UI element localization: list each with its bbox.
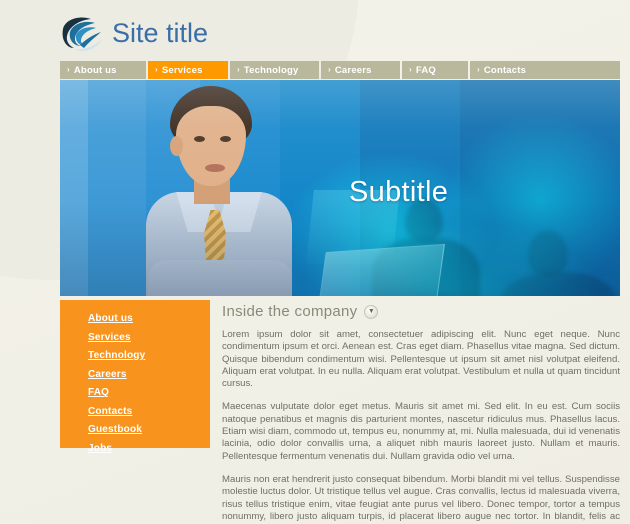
- list-item: About us: [88, 310, 210, 325]
- list-item: FAQ: [88, 384, 210, 399]
- sidebar: About us Services Technology Careers FAQ…: [60, 300, 210, 454]
- content-paragraph: Maecenas vulputate dolor eget metus. Mau…: [222, 401, 620, 462]
- list-item: Technology: [88, 347, 210, 362]
- nav-item-careers[interactable]: › Careers: [321, 61, 400, 79]
- nav-label: About us: [73, 64, 117, 76]
- chevron-right-icon: ›: [237, 65, 240, 74]
- sidebar-menu: About us Services Technology Careers FAQ…: [60, 300, 210, 455]
- list-item: Services: [88, 329, 210, 344]
- nav-label: FAQ: [415, 64, 437, 76]
- sidebar-item-services[interactable]: Services: [88, 331, 131, 344]
- nav-item-about-us[interactable]: › About us: [60, 61, 146, 79]
- content-paragraph: Mauris non erat hendrerit justo consequa…: [222, 473, 620, 524]
- hero-subtitle: Subtitle: [349, 176, 449, 208]
- chevron-right-icon: ›: [477, 65, 480, 74]
- hero-banner: Subtitle: [60, 80, 620, 296]
- site-header: Site title: [60, 12, 208, 58]
- chevron-right-icon: ›: [328, 65, 331, 74]
- nav-item-services[interactable]: › Services: [148, 61, 228, 79]
- chevron-right-icon: ›: [67, 65, 70, 74]
- site-title: Site title: [112, 18, 209, 48]
- list-item: Careers: [88, 366, 210, 381]
- list-item: Contacts: [88, 403, 210, 418]
- chevron-right-icon: ›: [409, 65, 412, 74]
- nav-item-technology[interactable]: › Technology: [230, 61, 319, 79]
- sidebar-item-jobs[interactable]: Jobs: [88, 442, 112, 455]
- nav-item-faq[interactable]: › FAQ: [402, 61, 468, 79]
- list-item: Jobs: [88, 440, 210, 455]
- page-title: Inside the company ▼: [222, 303, 620, 320]
- page-root: Site title › About us › Services › Techn…: [0, 0, 630, 524]
- content-heading-label: Inside the company: [222, 303, 358, 320]
- nav-label: Careers: [334, 64, 372, 76]
- sidebar-item-contacts[interactable]: Contacts: [88, 405, 132, 418]
- chevron-down-icon[interactable]: ▼: [364, 304, 379, 319]
- nav-item-contacts[interactable]: › Contacts: [470, 61, 620, 79]
- main-content: Inside the company ▼ Lorem ipsum dolor s…: [222, 303, 620, 524]
- content-paragraph: Lorem ipsum dolor sit amet, consectetuer…: [222, 329, 620, 390]
- nav-label: Services: [161, 64, 203, 76]
- hero-shading-overlay: [60, 80, 620, 296]
- swoosh-comet-logo-icon[interactable]: [60, 15, 106, 55]
- main-navigation: › About us › Services › Technology › Car…: [60, 61, 620, 79]
- sidebar-item-about-us[interactable]: About us: [88, 312, 133, 325]
- sidebar-item-guestbook[interactable]: Guestbook: [88, 423, 142, 436]
- sidebar-item-faq[interactable]: FAQ: [88, 386, 109, 399]
- nav-label: Contacts: [483, 64, 527, 76]
- nav-label: Technology: [243, 64, 299, 76]
- sidebar-item-technology[interactable]: Technology: [88, 349, 145, 362]
- sidebar-item-careers[interactable]: Careers: [88, 368, 127, 381]
- chevron-right-icon: ›: [155, 65, 158, 74]
- list-item: Guestbook: [88, 421, 210, 436]
